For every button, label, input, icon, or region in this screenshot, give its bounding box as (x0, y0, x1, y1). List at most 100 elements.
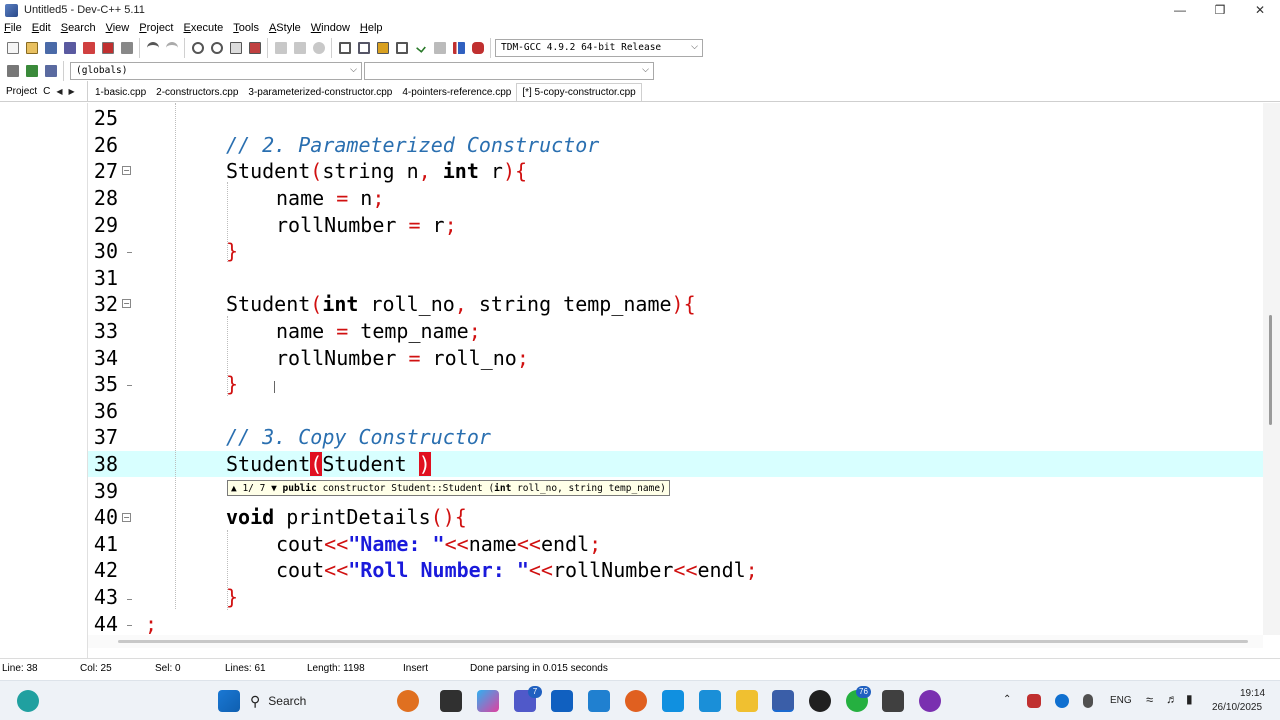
vscode-icon[interactable] (588, 690, 610, 712)
grid-view-icon[interactable] (337, 40, 353, 56)
file-explorer-icon[interactable] (736, 690, 758, 712)
widgets-icon[interactable] (17, 690, 39, 712)
tab-file-1[interactable]: 1-basic.cpp (90, 83, 151, 101)
clock-time[interactable]: 19:14 (1240, 688, 1265, 699)
close-file-icon[interactable] (81, 40, 97, 56)
menu-project[interactable]: Project (139, 22, 173, 34)
firefox-icon[interactable] (625, 690, 647, 712)
code-line-34: 34 rollNumber = roll_no; (88, 344, 1263, 371)
chrome-icon[interactable] (809, 690, 831, 712)
fold-collapse-icon[interactable]: − (122, 513, 131, 522)
fold-collapse-icon[interactable]: − (122, 299, 131, 308)
sync-icon[interactable] (1055, 694, 1069, 708)
wifi-icon[interactable]: ≈ (1146, 692, 1153, 707)
menu-help[interactable]: Help (360, 22, 383, 34)
vertical-scrollbar[interactable] (1263, 103, 1280, 635)
outlook-icon[interactable] (551, 690, 573, 712)
menu-view[interactable]: View (106, 22, 130, 34)
chevron-up-icon[interactable]: ⌃ (1003, 694, 1011, 705)
print-icon[interactable] (119, 40, 135, 56)
members-select[interactable]: ⌵ (364, 61, 654, 80)
maximize-button[interactable]: ❒ (1200, 0, 1240, 20)
close-all-icon[interactable] (100, 40, 116, 56)
calculator-icon[interactable] (699, 690, 721, 712)
new-file-icon[interactable] (5, 40, 21, 56)
arrow-app-icon[interactable] (662, 690, 684, 712)
chevron-left-icon[interactable]: ◀ (56, 87, 62, 96)
comment-copy-constructor: // 3. Copy Constructor (226, 425, 491, 450)
clock-date[interactable]: 26/10/2025 (1212, 702, 1262, 713)
fold-collapse-icon[interactable]: − (122, 166, 131, 175)
minimize-button[interactable]: — (1160, 0, 1200, 20)
devcpp-taskbar-icon[interactable] (772, 690, 794, 712)
app-purple-icon[interactable] (919, 690, 941, 712)
copy-constructor-input[interactable]: Student(Student ) (226, 452, 431, 477)
project-panel[interactable] (0, 103, 88, 658)
menu-astyle[interactable]: AStyle (269, 22, 301, 34)
tab-file-2[interactable]: 2-constructors.cpp (151, 83, 243, 101)
window-icon[interactable] (356, 40, 372, 56)
taskbar-search[interactable]: ⚲ Search (250, 689, 306, 713)
replace-icon[interactable] (209, 40, 225, 56)
scope-select[interactable]: (globals) ⌵ (70, 61, 362, 80)
line-number: 32 (93, 292, 118, 317)
tray-app-icon[interactable] (1027, 694, 1041, 708)
forward-icon[interactable] (292, 40, 308, 56)
language-indicator[interactable]: ENG (1110, 695, 1132, 706)
horizontal-scrollbar[interactable] (88, 635, 1263, 648)
compiler-select[interactable]: TDM-GCC 4.9.2 64-bit Release ⌵ (495, 38, 703, 57)
profile-chart-icon[interactable] (451, 40, 467, 56)
chevron-down-icon[interactable]: ▼ (265, 483, 282, 494)
check-syntax-icon[interactable] (413, 40, 429, 56)
stop-icon[interactable] (432, 40, 448, 56)
bookmark-icon[interactable] (247, 40, 263, 56)
redo-icon[interactable] (164, 40, 180, 56)
indent-icon[interactable] (5, 63, 21, 79)
save-icon[interactable] (43, 40, 59, 56)
menu-file[interactable]: File (4, 22, 22, 34)
insert-icon[interactable] (43, 63, 59, 79)
menu-execute[interactable]: Execute (184, 22, 224, 34)
chevron-up-icon[interactable]: ▲ (231, 483, 242, 494)
terminal-app-icon[interactable] (440, 690, 462, 712)
close-button[interactable]: ✕ (1240, 0, 1280, 20)
battery-icon[interactable]: ▮ (1186, 692, 1193, 706)
fruit-widget-icon[interactable] (397, 690, 419, 712)
compile-icon[interactable] (375, 40, 391, 56)
status-line: Line: 38 (2, 663, 38, 674)
constructor-signature: Student(int roll_no, string temp_name){ (226, 292, 696, 317)
tile-icon[interactable] (394, 40, 410, 56)
volume-icon[interactable]: ♬ (1166, 692, 1178, 706)
tab-file-3[interactable]: 3-parameterized-constructor.cpp (243, 83, 397, 101)
undo-icon[interactable] (145, 40, 161, 56)
menu-window[interactable]: Window (311, 22, 350, 34)
chevron-right-icon[interactable]: ▶ (69, 87, 75, 96)
debug-icon[interactable] (470, 40, 486, 56)
back-icon[interactable] (273, 40, 289, 56)
open-file-icon[interactable] (24, 40, 40, 56)
tab-classes-label[interactable]: C (43, 86, 50, 97)
windows-taskbar: ⚲ Search 7 76 ⌃ ENG ≈ ♬ ▮ 19:14 26/10/20… (0, 680, 1280, 720)
line-number: 44 (93, 611, 118, 635)
code-editor[interactable]: 25 26 // 2. Parameterized Constructor 27… (88, 103, 1263, 635)
toggle-icon[interactable] (311, 40, 327, 56)
line-number: 43 (93, 585, 118, 610)
unindent-icon[interactable] (24, 63, 40, 79)
menu-search[interactable]: Search (61, 22, 96, 34)
microphone-icon[interactable] (1083, 694, 1093, 708)
horizontal-scroll-thumb[interactable] (118, 640, 1248, 643)
comment-parameterized: // 2. Parameterized Constructor (226, 132, 600, 157)
save-all-icon[interactable] (62, 40, 78, 56)
copilot-icon[interactable] (477, 690, 499, 712)
menu-edit[interactable]: Edit (32, 22, 51, 34)
menu-tools[interactable]: Tools (233, 22, 259, 34)
vertical-scroll-thumb[interactable] (1269, 315, 1272, 425)
windows-start-icon[interactable] (218, 690, 240, 712)
goto-icon[interactable] (228, 40, 244, 56)
tab-file-4[interactable]: 4-pointers-reference.cpp (397, 83, 516, 101)
console-icon[interactable] (882, 690, 904, 712)
tab-project[interactable]: Project C ◀ ▶ (0, 81, 88, 101)
tab-file-5-active[interactable]: [*] 5-copy-constructor.cpp (516, 83, 642, 101)
find-icon[interactable] (190, 40, 206, 56)
fold-end-marker (127, 625, 132, 626)
